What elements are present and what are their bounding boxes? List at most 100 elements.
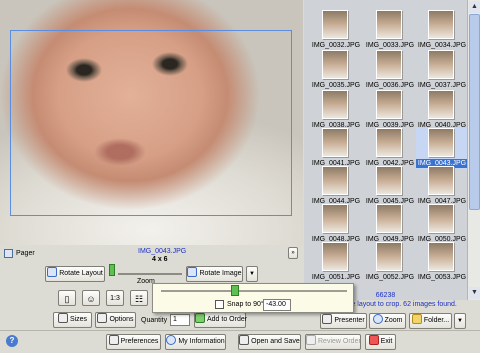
scale-ratio-button[interactable]: 1:3 (106, 290, 124, 306)
snap-label: Snap to 90° (227, 301, 264, 308)
thumbnail-image (376, 204, 402, 233)
rotate-image-button[interactable]: Rotate Image (186, 266, 243, 282)
thumb-zoom-button[interactable]: Zoom (369, 313, 406, 329)
thumbnail-item[interactable]: IMG_0051.JPG (310, 242, 362, 283)
angle-slider-knob[interactable] (231, 285, 240, 296)
pager-label: Pager (16, 250, 35, 257)
rotate-image-icon (187, 267, 198, 277)
help-icon[interactable]: ? (6, 335, 18, 347)
scroll-down-icon[interactable]: ▼ (469, 287, 480, 299)
thumbnail-item[interactable]: IMG_0032.JPG (310, 10, 362, 51)
my-information-button[interactable]: My Information (165, 334, 226, 350)
preferences-button[interactable]: Preferences (106, 334, 161, 350)
thumbnail-image (322, 166, 348, 195)
exit-icon (368, 335, 379, 345)
angle-slider-track[interactable] (161, 285, 347, 296)
presenter-icon (322, 314, 333, 324)
crop-rectangle[interactable] (10, 30, 292, 216)
film-strip-icon[interactable]: ▯ (58, 290, 76, 306)
thumbnail-image (376, 10, 402, 39)
thumbnail-item[interactable]: IMG_0045.JPG (364, 166, 416, 207)
thumbnail-label: IMG_0033.JPG (365, 42, 415, 49)
thumbnail-item[interactable]: IMG_0041.JPG (310, 128, 362, 169)
thumbnail-image (376, 90, 402, 119)
thumbnail-item[interactable]: IMG_0039.JPG (364, 90, 416, 131)
thumbnail-item[interactable]: IMG_0034.JPG (416, 10, 468, 51)
folder-icon (411, 314, 422, 324)
folder-label: Folder... (423, 317, 450, 324)
person-icon[interactable]: ☺ (82, 290, 100, 306)
thumbnail-item[interactable]: IMG_0047.JPG (416, 166, 468, 207)
user-icon (166, 335, 177, 345)
quantity-field[interactable]: 1 (170, 314, 190, 326)
snap-checkbox[interactable] (215, 300, 224, 309)
thumbnail-label: IMG_0053.JPG (417, 274, 467, 281)
thumbnail-item[interactable]: IMG_0038.JPG (310, 90, 362, 131)
thumbnail-image (428, 90, 454, 119)
thumbnail-image (322, 50, 348, 79)
preferences-label: Preferences (120, 338, 159, 345)
grid-layout-icon[interactable]: ☷ (130, 290, 148, 306)
zoom-slider-track[interactable] (118, 273, 182, 275)
thumbnail-item[interactable]: IMG_0044.JPG (310, 166, 362, 207)
rotate-layout-label: Rotate Layout (59, 270, 103, 277)
sizes-icon (57, 313, 68, 323)
thumbnail-image (428, 242, 454, 271)
exit-button[interactable]: Exit (365, 334, 396, 350)
thumbnail-image (376, 166, 402, 195)
sizes-button[interactable]: Sizes (53, 312, 92, 328)
rotate-dropdown-button[interactable]: ▼ (246, 266, 258, 282)
thumbnail-pane[interactable]: IMG_0032.JPG IMG_0033.JPG IMG_0034.JPG IMG_… (304, 0, 468, 300)
thumbnail-item[interactable]: IMG_0050.JPG (416, 204, 468, 245)
my-information-label: My Information (178, 338, 225, 345)
folder-dropdown-button[interactable]: ▼ (454, 313, 466, 329)
thumb-zoom-label: Zoom (384, 317, 403, 324)
thumbnail-scrollbar[interactable]: ▲ ▼ (467, 0, 480, 300)
thumbnail-item[interactable]: IMG_0053.JPG (416, 242, 468, 283)
thumbnail-item[interactable]: IMG_0048.JPG (310, 204, 362, 245)
thumbnail-item[interactable]: IMG_0035.JPG (310, 50, 362, 91)
open-and-save-label: Open and Save (251, 338, 300, 345)
thumbnail-image (322, 128, 348, 157)
thumbnail-image (428, 10, 454, 39)
review-order-button[interactable]: Review Order (305, 334, 361, 350)
angle-field[interactable]: -43.00 (263, 299, 291, 311)
thumbnail-item[interactable]: IMG_0049.JPG (364, 204, 416, 245)
expand-chevron-button[interactable]: » (288, 247, 298, 259)
thumbnail-item[interactable]: IMG_0033.JPG (364, 10, 416, 51)
open-and-save-button[interactable]: Open and Save (238, 334, 301, 350)
thumbnail-item[interactable]: IMG_0052.JPG (364, 242, 416, 283)
thumbnail-image (376, 50, 402, 79)
rotate-angle-popup[interactable]: Snap to 90° -43.00 (152, 283, 354, 313)
rotate-layout-icon (47, 267, 58, 277)
add-to-order-icon (195, 313, 205, 323)
thumbnail-item[interactable]: IMG_0036.JPG (364, 50, 416, 91)
thumbnail-item[interactable]: IMG_0040.JPG (416, 90, 468, 131)
add-to-order-label: Add to Order (207, 316, 248, 323)
thumbnail-item[interactable]: IMG_0037.JPG (416, 50, 468, 91)
thumbnail-image (322, 242, 348, 271)
thumbnail-item[interactable]: IMG_0043.JPG (416, 128, 468, 169)
folder-button[interactable]: Folder... (409, 313, 452, 329)
thumbnail-item[interactable]: IMG_0042.JPG (364, 128, 416, 169)
bottom-toolbar: ? Preferences My Information Open and Sa… (0, 330, 480, 353)
open-save-icon (239, 335, 250, 345)
quantity-label: Quantity (141, 317, 168, 324)
scroll-up-icon[interactable]: ▲ (469, 1, 480, 13)
rotate-layout-button[interactable]: Rotate Layout (45, 266, 105, 282)
scrollbar-thumb[interactable] (469, 14, 480, 210)
rotate-image-label: Rotate Image (199, 270, 242, 277)
thumbnail-image (322, 204, 348, 233)
thumbnail-label: IMG_0035.JPG (311, 82, 361, 89)
thumbnail-label: IMG_0032.JPG (311, 42, 361, 49)
photo-preview[interactable] (0, 0, 303, 245)
review-order-label: Review Order (318, 338, 361, 345)
options-button[interactable]: Options (95, 312, 136, 328)
thumbnail-image (428, 166, 454, 195)
add-to-order-button[interactable]: Add to Order (194, 312, 248, 328)
thumbnail-image (322, 90, 348, 119)
presenter-button[interactable]: Presenter (320, 313, 367, 329)
thumbnail-image (322, 10, 348, 39)
thumbnail-label: IMG_0037.JPG (417, 82, 467, 89)
preferences-icon (108, 335, 119, 345)
